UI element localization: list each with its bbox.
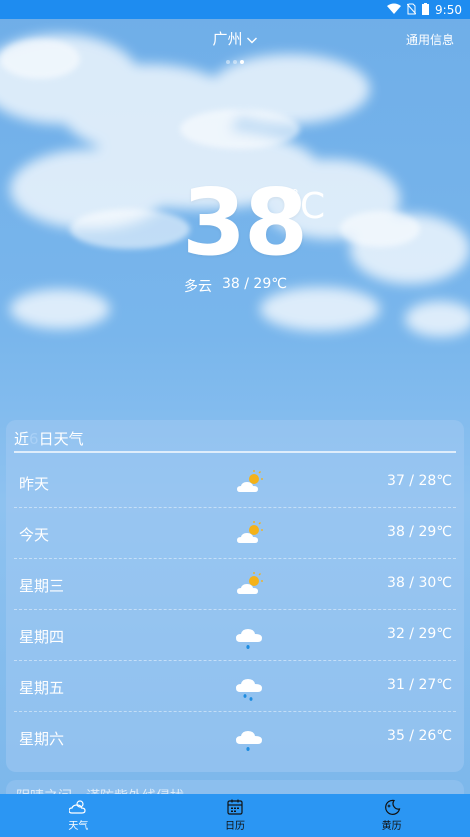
forecast-row[interactable]: 昨天 37 / 28℃ bbox=[14, 457, 456, 508]
partly-cloudy-icon bbox=[237, 572, 263, 594]
forecast-row[interactable]: 星期六 35 / 26℃ bbox=[14, 712, 456, 763]
weather-icon bbox=[69, 800, 86, 814]
status-bar: 9:50 bbox=[0, 0, 470, 19]
forecast-card: 近6日天气 昨天 37 / 28℃ 今天 38 / 29℃ 星期三 38 / 3… bbox=[6, 420, 464, 772]
light-rain-icon bbox=[236, 731, 262, 751]
forecast-title-prefix: 近 bbox=[14, 430, 30, 448]
current-summary: 多云 38 / 29℃ bbox=[184, 276, 287, 296]
forecast-range: 31 / 27℃ bbox=[387, 677, 452, 693]
forecast-row[interactable]: 星期五 31 / 27℃ bbox=[14, 661, 456, 712]
celsius-unit: C bbox=[300, 186, 326, 227]
current-temperature: 38 bbox=[182, 169, 308, 276]
forecast-title-suffix: 日天气 bbox=[38, 430, 84, 448]
header: 广州 通用信息 bbox=[0, 28, 470, 50]
current-range: 38 / 29℃ bbox=[222, 276, 287, 292]
status-time: 9:50 bbox=[435, 2, 462, 17]
chevron-down-icon bbox=[247, 30, 258, 48]
forecast-title: 近6日天气 bbox=[14, 428, 84, 449]
nav-almanac-label: 黄历 bbox=[381, 821, 402, 832]
moon-icon bbox=[384, 799, 400, 815]
forecast-day: 星期四 bbox=[19, 628, 65, 646]
forecast-title-number: 6 bbox=[29, 430, 39, 448]
page-indicator bbox=[226, 60, 244, 64]
forecast-range: 38 / 29℃ bbox=[387, 524, 452, 540]
degree-symbol: ° bbox=[291, 186, 299, 205]
forecast-day: 星期五 bbox=[19, 679, 65, 697]
forecast-day: 星期六 bbox=[19, 730, 65, 748]
nav-almanac[interactable]: 黄历 bbox=[352, 799, 432, 832]
calendar-icon bbox=[227, 799, 243, 815]
bottom-nav: 天气 日历 黄历 bbox=[0, 794, 470, 837]
rain-icon bbox=[236, 679, 262, 701]
divider bbox=[14, 451, 456, 453]
forecast-day: 今天 bbox=[19, 526, 50, 544]
city-selector[interactable]: 广州 bbox=[212, 28, 258, 49]
no-sim-icon bbox=[406, 3, 417, 17]
nav-calendar-label: 日历 bbox=[224, 821, 245, 832]
forecast-row[interactable]: 星期四 32 / 29℃ bbox=[14, 610, 456, 661]
forecast-range: 35 / 26℃ bbox=[387, 728, 452, 744]
partly-cloudy-icon bbox=[237, 521, 263, 543]
page-dot bbox=[226, 60, 230, 64]
partly-cloudy-icon bbox=[237, 470, 263, 492]
nav-weather-label: 天气 bbox=[68, 821, 89, 832]
forecast-row[interactable]: 星期三 38 / 30℃ bbox=[14, 559, 456, 610]
forecast-range: 37 / 28℃ bbox=[387, 473, 452, 489]
city-name: 广州 bbox=[212, 30, 243, 48]
page-dot-active bbox=[240, 60, 244, 64]
forecast-row[interactable]: 今天 38 / 29℃ bbox=[14, 508, 456, 559]
nav-weather[interactable]: 天气 bbox=[38, 799, 118, 832]
nav-calendar[interactable]: 日历 bbox=[195, 799, 275, 832]
forecast-range: 38 / 30℃ bbox=[387, 575, 452, 591]
light-rain-icon bbox=[236, 629, 262, 649]
forecast-range: 32 / 29℃ bbox=[387, 626, 452, 642]
general-info-button[interactable]: 通用信息 bbox=[406, 31, 454, 48]
current-condition: 多云 bbox=[184, 279, 212, 295]
wifi-icon bbox=[387, 3, 402, 16]
forecast-list: 昨天 37 / 28℃ 今天 38 / 29℃ 星期三 38 / 30℃ 星期四… bbox=[14, 457, 456, 763]
page-dot bbox=[233, 60, 237, 64]
forecast-day: 昨天 bbox=[19, 475, 50, 493]
forecast-day: 星期三 bbox=[19, 577, 65, 595]
battery-icon bbox=[422, 2, 430, 17]
